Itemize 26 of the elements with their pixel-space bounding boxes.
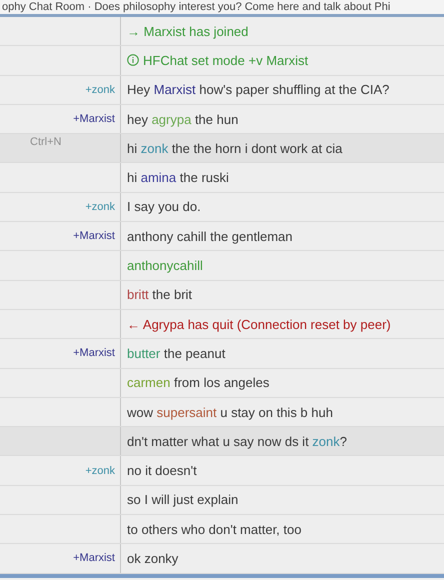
message-text: dn't matter what u say now ds it zonk? [127,434,347,449]
quit-notice: ← Agrypa has quit (Connection reset by peer) [127,316,391,332]
nick-label[interactable]: +Marxist [73,113,115,126]
channel-topic: ophy Chat Room · Does philosophy interest you? Come here and talk about Phi [1,0,392,14]
message-text: Hey Marxist how's paper shuffling at the CIA? [127,82,390,98]
message-text: britt the brit [127,287,192,302]
message-text: hey agrypa the hun [127,112,238,127]
message-text: wow supersaint u stay on this b huh [127,404,333,420]
info-icon [127,54,139,66]
shortcut-hint: Ctrl+N [30,136,62,148]
nick-label[interactable]: +Marxist [73,230,115,242]
message-text: anthony cahill the gentleman [127,228,293,244]
message-text: so I will just explain [127,492,238,508]
join-notice: → Marxist has joined [127,24,248,39]
mode-notice: HFChat set mode +v Marxist [143,52,308,68]
message-text: I say you do. [127,199,201,214]
message-text: carmen from los angeles [127,375,270,390]
message-text: no it doesn't [127,463,197,478]
message-text: hi amina the ruski [127,170,229,186]
message-text: hi zonk the the horn i dont work at cia [127,140,342,156]
message-text: to others who don't matter, too [127,522,302,537]
message-text: butter the peanut [127,346,226,361]
nick-label[interactable]: +Marxist [73,347,115,360]
message-text: ok zonky [127,550,178,566]
nick-label[interactable]: +Marxist [73,552,115,564]
message-text: anthonycahill [127,258,203,274]
